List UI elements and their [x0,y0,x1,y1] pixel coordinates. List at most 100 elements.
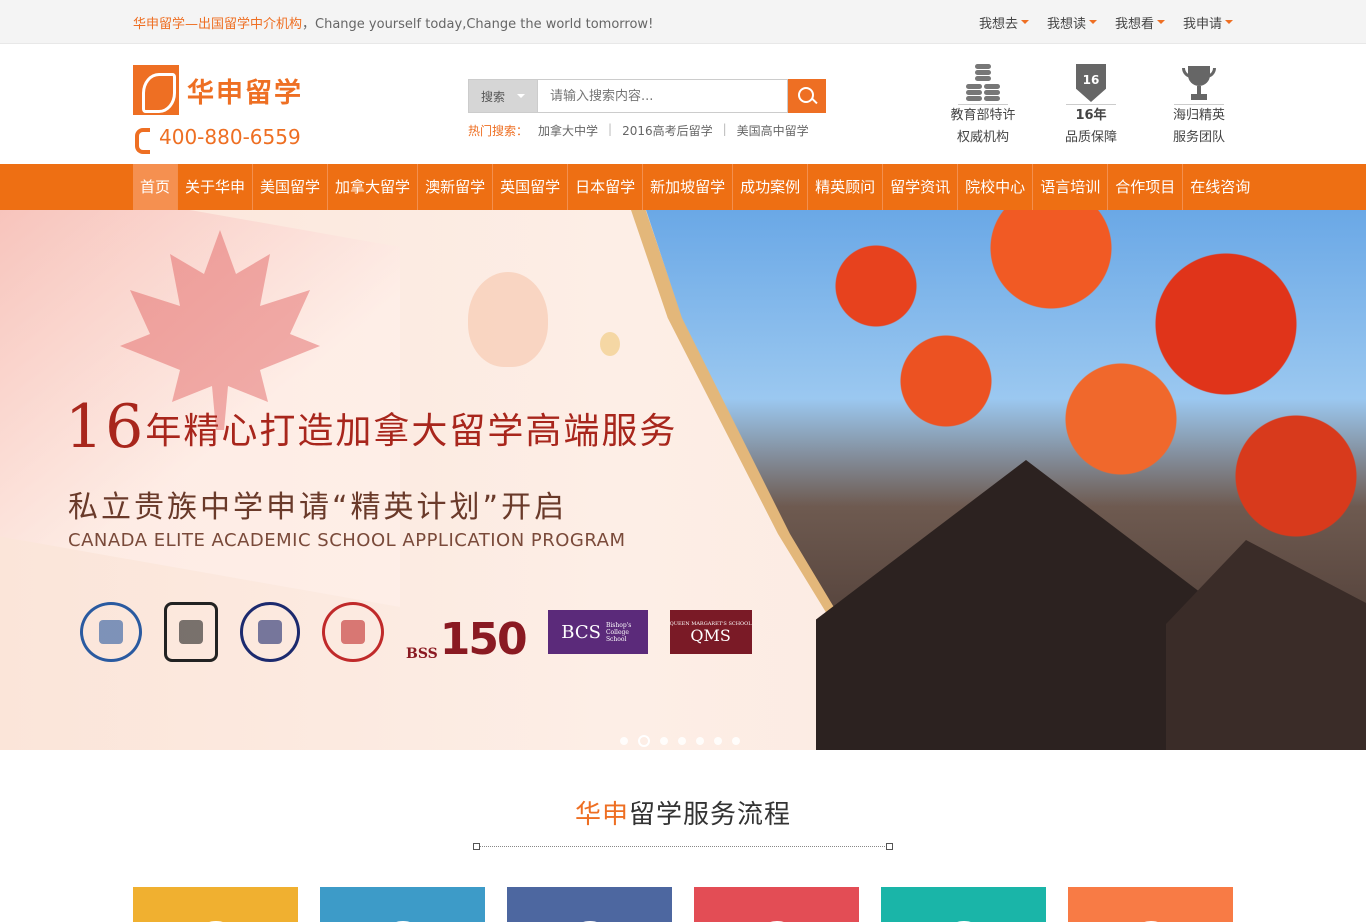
school-logo [80,602,142,662]
school-crest-icon [80,602,142,662]
slogan-brand: 华申留学—出国留学中介机构 [133,16,303,32]
school-crest-icon [164,602,218,662]
school-crest-icon [240,602,300,662]
section-title: 华申留学服务流程 [574,800,792,830]
top-menu-item-apply[interactable]: 我申请 [1183,13,1233,32]
site-logo[interactable]: 华申留学 [133,65,303,115]
nav-item[interactable]: 首页 [133,164,179,210]
separator: | [608,122,613,136]
phone-icon [133,127,151,154]
school-logo: BCS Bishop's College School [547,602,648,662]
badge-authority: 教育部特许 权威机构 [949,58,1017,149]
nav-item[interactable]: 新加坡留学 [643,164,734,210]
banner-english-title: CANADA ELITE ACADEMIC SCHOOL APPLICATION… [68,530,626,551]
coins-icon [966,64,1000,102]
top-menu-item-go[interactable]: 我想去 [979,13,1029,32]
hot-search-link[interactable]: 美国高中留学 [737,122,809,139]
nav-item[interactable]: 院校中心 [958,164,1034,210]
caret-down-icon [1020,20,1029,24]
carousel-dot[interactable] [620,737,628,745]
maple-tree-decoration [722,210,1366,590]
separator: | [722,122,727,136]
school-logo [322,602,384,662]
service-step-card[interactable] [133,887,298,922]
nav-item[interactable]: 加拿大留学 [328,164,419,210]
service-step-card[interactable] [1068,887,1233,922]
badge-line1: 教育部特许 [950,108,1016,123]
service-step-card[interactable] [507,887,672,922]
carousel-dot[interactable] [696,737,704,745]
search-bar: 搜索 [468,79,826,113]
bss-logo: BSS 150 [406,614,528,665]
service-step-card[interactable] [881,887,1046,922]
hot-search-link[interactable]: 加拿大中学 [538,122,598,139]
badge-quality: 16 16年 品质保障 [1057,58,1125,149]
badge-line1: 海归精英 [1172,108,1225,123]
banner-subtitle: 私立贵族中学申请“精英计划”开启 [68,490,568,525]
header: 华申留学 400-880-6559 搜索 热门搜索： 加拿大中学 | 2016高… [0,44,1366,164]
carousel-dot[interactable] [660,737,668,745]
school-logo: QUEEN MARGARET'S SCHOOL QMS [669,602,752,662]
badge-line1: 16年 [1075,108,1107,123]
logo-text: 华申留学 [187,77,303,109]
school-logos: BSS 150 BCS Bishop's College School QUEEN … [80,602,752,662]
top-menu: 我想去 我想读 我想看 我申请 [979,13,1233,32]
hot-search-link[interactable]: 2016高考后留学 [622,122,713,139]
service-steps [133,887,1233,922]
bcs-logo: BCS Bishop's College School [547,610,648,654]
hotline: 400-880-6559 [133,125,301,154]
service-step-card[interactable] [320,887,485,922]
badge-line2: 品质保障 [1064,130,1117,145]
carousel-dot[interactable] [678,737,686,745]
hot-air-balloon-icon [468,272,548,367]
top-menu-item-study[interactable]: 我想读 [1047,13,1097,32]
slogan-text: ，Change yourself today,Change the world … [302,16,654,32]
nav-item[interactable]: 日本留学 [568,164,644,210]
service-process-header: 华申留学服务流程 [0,794,1366,851]
badge-line2: 服务团队 [1172,130,1225,145]
carousel-dot[interactable] [714,737,722,745]
hot-searches: 热门搜索： 加拿大中学 | 2016高考后留学 | 美国高中留学 [468,122,809,139]
search-input[interactable] [538,79,788,113]
nav-item[interactable]: 精英顾问 [808,164,884,210]
caret-down-icon [1088,20,1097,24]
nav-item[interactable]: 美国留学 [253,164,329,210]
main-nav-items: 首页 关于华申 美国留学 加拿大留学 澳新留学 英国留学 日本留学 新加坡留学 成功案例 精英顾问… [133,164,1250,210]
nav-item[interactable]: 关于华申 [178,164,254,210]
top-bar: 华申留学—出国留学中介机构，Change yourself today,Chan… [0,0,1366,44]
school-logo [240,602,300,662]
section-divider [473,843,893,851]
hero-banner[interactable]: 16年精心打造加拿大留学高端服务 私立贵族中学申请“精英计划”开启 CANADA… [0,210,1366,750]
caret-down-icon [1156,20,1165,24]
nav-item[interactable]: 澳新留学 [418,164,494,210]
top-slogan: 华申留学—出国留学中介机构，Change yourself today,Chan… [133,13,653,32]
nav-item[interactable]: 合作项目 [1108,164,1184,210]
qms-logo: QUEEN MARGARET'S SCHOOL QMS [669,610,752,654]
badge-line2: 权威机构 [956,130,1009,145]
service-step-card[interactable] [694,887,859,922]
logo-mark-icon [133,65,179,115]
badge-team: 海归精英 服务团队 [1165,58,1233,149]
carousel-dots [620,735,740,747]
nav-item[interactable]: 留学资讯 [883,164,959,210]
main-nav: 首页 关于华申 美国留学 加拿大留学 澳新留学 英国留学 日本留学 新加坡留学 成功案例 精英顾问… [0,164,1366,210]
search-button[interactable] [788,79,826,113]
school-crest-icon [322,602,384,662]
carousel-dot[interactable] [732,737,740,745]
nav-item[interactable]: 在线咨询 [1183,164,1257,210]
caret-down-icon [1225,20,1233,24]
trust-badges: 教育部特许 权威机构 16 16年 品质保障 海归精英 服务团队 [949,58,1233,149]
nav-item[interactable]: 成功案例 [733,164,809,210]
caret-down-icon [517,94,525,98]
hot-air-balloon-icon [600,332,620,356]
hotline-number: 400-880-6559 [159,125,301,149]
nav-item[interactable]: 英国留学 [493,164,569,210]
banner-title: 16年精心打造加拿大留学高端服务 [65,392,678,462]
school-logo [164,602,218,662]
carousel-dot[interactable] [638,735,650,747]
search-type-select[interactable]: 搜索 [468,79,538,113]
shield-16-icon: 16 [1076,64,1106,102]
nav-item[interactable]: 语言培训 [1033,164,1109,210]
top-menu-item-view[interactable]: 我想看 [1115,13,1165,32]
hot-searches-label: 热门搜索： [468,124,529,138]
